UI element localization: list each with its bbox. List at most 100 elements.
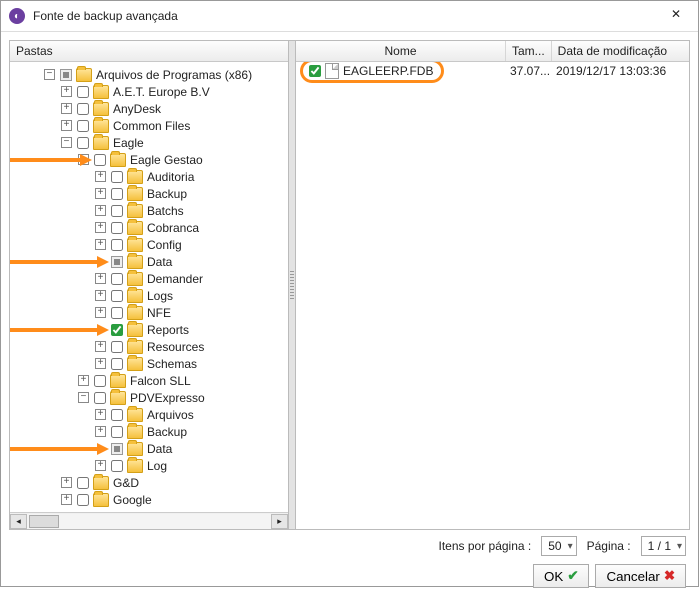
- file-list: EAGLEERP.FDB37.07...2019/12/17 13:03:36: [296, 62, 689, 529]
- tree-row[interactable]: −Arquivos de Programas (x86): [10, 66, 288, 83]
- col-size[interactable]: Tam...: [506, 41, 552, 61]
- tree-row[interactable]: −Eagle: [10, 134, 288, 151]
- expand-icon[interactable]: +: [61, 86, 72, 97]
- tree-row[interactable]: Data: [10, 440, 288, 457]
- checkbox[interactable]: [111, 358, 123, 370]
- tree-row[interactable]: + NFE: [10, 304, 288, 321]
- tree-row[interactable]: +Batchs: [10, 202, 288, 219]
- checkbox[interactable]: [111, 273, 123, 285]
- collapse-icon[interactable]: −: [61, 137, 72, 148]
- cancel-button[interactable]: Cancelar ✖: [595, 564, 686, 588]
- checkbox[interactable]: [111, 222, 123, 234]
- expand-icon[interactable]: +: [95, 171, 106, 182]
- checkbox[interactable]: [77, 477, 89, 489]
- collapse-icon[interactable]: −: [78, 154, 89, 165]
- expand-icon[interactable]: +: [95, 409, 106, 420]
- scroll-left-button[interactable]: ◂: [10, 514, 27, 529]
- col-folders[interactable]: Pastas: [10, 41, 288, 61]
- tree-row[interactable]: +Backup: [10, 185, 288, 202]
- expand-icon[interactable]: +: [61, 494, 72, 505]
- file-checkbox[interactable]: [309, 65, 321, 77]
- checkbox-mixed[interactable]: [111, 256, 123, 268]
- scroll-right-button[interactable]: ▸: [271, 514, 288, 529]
- tree-row[interactable]: +Config: [10, 236, 288, 253]
- tree-row[interactable]: +Common Files: [10, 117, 288, 134]
- tree-row[interactable]: +Google: [10, 491, 288, 508]
- expand-icon[interactable]: +: [95, 188, 106, 199]
- collapse-icon[interactable]: −: [44, 69, 55, 80]
- folder-icon: [127, 170, 143, 184]
- checkbox[interactable]: [111, 171, 123, 183]
- expand-icon[interactable]: +: [95, 307, 106, 318]
- page-select[interactable]: 1 / 1: [641, 536, 686, 556]
- tree-row[interactable]: −Eagle Gestao: [10, 151, 288, 168]
- tree-row[interactable]: +A.E.T. Europe B.V: [10, 83, 288, 100]
- checkbox[interactable]: [111, 409, 123, 421]
- tree-row[interactable]: +Backup: [10, 423, 288, 440]
- checkbox-mixed[interactable]: [60, 69, 72, 81]
- tree-row[interactable]: −PDVExpresso: [10, 389, 288, 406]
- checkbox[interactable]: [94, 154, 106, 166]
- expand-icon[interactable]: +: [61, 477, 72, 488]
- scroll-thumb[interactable]: [29, 515, 59, 528]
- tree-row[interactable]: +Schemas: [10, 355, 288, 372]
- expand-icon[interactable]: +: [95, 222, 106, 233]
- col-name[interactable]: Nome: [296, 41, 506, 61]
- expand-icon[interactable]: +: [95, 273, 106, 284]
- pane-splitter[interactable]: [288, 41, 296, 529]
- folder-hscroll[interactable]: ◂ ▸: [10, 512, 288, 529]
- expand-icon[interactable]: +: [61, 120, 72, 131]
- tree-row[interactable]: Data: [10, 253, 288, 270]
- tree-row[interactable]: +Auditoria: [10, 168, 288, 185]
- ok-button[interactable]: OK ✔: [533, 564, 589, 588]
- expand-icon[interactable]: +: [95, 205, 106, 216]
- close-button[interactable]: ✕: [662, 7, 690, 25]
- scroll-track[interactable]: [27, 514, 271, 529]
- checkbox[interactable]: [111, 426, 123, 438]
- items-per-page-select[interactable]: 50: [541, 536, 576, 556]
- tree-row[interactable]: +Demander: [10, 270, 288, 287]
- tree-row[interactable]: +Logs: [10, 287, 288, 304]
- expand-icon[interactable]: +: [95, 341, 106, 352]
- checkbox[interactable]: [111, 188, 123, 200]
- folder-icon: [93, 136, 109, 150]
- checkbox[interactable]: [111, 239, 123, 251]
- expand-icon[interactable]: +: [95, 239, 106, 250]
- checkbox[interactable]: [77, 103, 89, 115]
- tree-row[interactable]: +Resources: [10, 338, 288, 355]
- checkbox[interactable]: [94, 375, 106, 387]
- tree-row[interactable]: +Cobranca: [10, 219, 288, 236]
- expand-icon[interactable]: +: [95, 460, 106, 471]
- expand-icon[interactable]: +: [95, 426, 106, 437]
- tree-row[interactable]: +Log: [10, 457, 288, 474]
- folder-icon: [93, 102, 109, 116]
- checkbox[interactable]: [77, 494, 89, 506]
- checkbox[interactable]: [77, 137, 89, 149]
- folder-label: Reports: [147, 323, 189, 337]
- checkbox[interactable]: [77, 86, 89, 98]
- folder-icon: [127, 238, 143, 252]
- collapse-icon[interactable]: −: [78, 392, 89, 403]
- tree-row[interactable]: Reports: [10, 321, 288, 338]
- checkbox[interactable]: [111, 341, 123, 353]
- expand-icon[interactable]: +: [95, 358, 106, 369]
- folder-tree-scroll[interactable]: −Arquivos de Programas (x86)+A.E.T. Euro…: [10, 62, 288, 512]
- checkbox[interactable]: [111, 290, 123, 302]
- expand-icon[interactable]: +: [61, 103, 72, 114]
- tree-row[interactable]: +Falcon SLL: [10, 372, 288, 389]
- tree-row[interactable]: +G&D: [10, 474, 288, 491]
- folder-label: NFE: [147, 306, 171, 320]
- checkbox-mixed[interactable]: [111, 443, 123, 455]
- tree-row[interactable]: +AnyDesk: [10, 100, 288, 117]
- checkbox[interactable]: [77, 120, 89, 132]
- checkbox[interactable]: [94, 392, 106, 404]
- checkbox[interactable]: [111, 307, 123, 319]
- checkbox[interactable]: [111, 324, 123, 336]
- checkbox[interactable]: [111, 460, 123, 472]
- checkbox[interactable]: [111, 205, 123, 217]
- tree-row[interactable]: +Arquivos: [10, 406, 288, 423]
- col-date[interactable]: Data de modificação: [552, 41, 689, 61]
- expand-icon[interactable]: +: [95, 290, 106, 301]
- expand-icon[interactable]: +: [78, 375, 89, 386]
- file-row[interactable]: EAGLEERP.FDB37.07...2019/12/17 13:03:36: [296, 62, 689, 80]
